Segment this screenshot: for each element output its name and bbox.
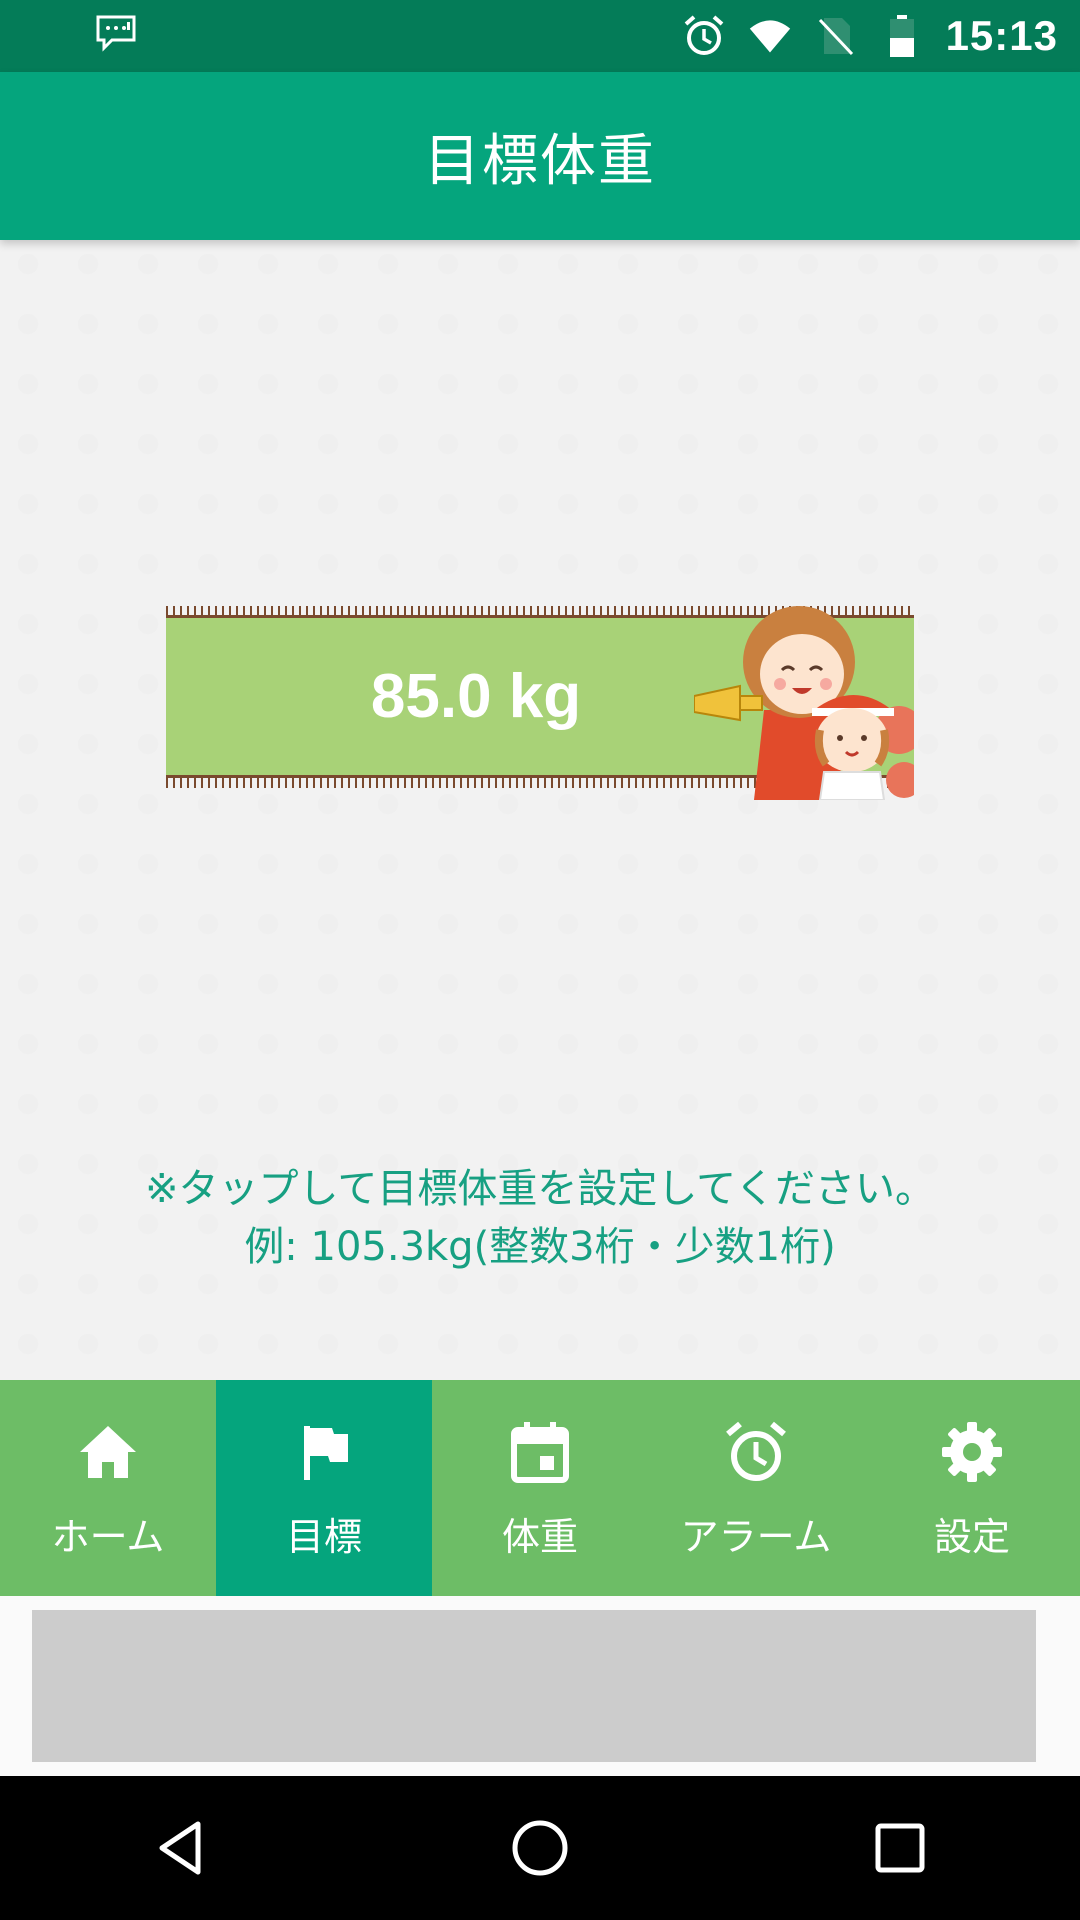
main-content: 85.0 kg ※タップして目標体重を設定してください。 例: 105.3kg(… [0, 240, 1080, 1380]
status-bar: 15:13 [0, 0, 1080, 72]
alarm-icon [682, 14, 726, 58]
nav-label-weight: 体重 [501, 1514, 578, 1559]
wifi-icon [748, 14, 792, 58]
target-weight-card[interactable]: 85.0 kg [166, 606, 923, 806]
nav-item-alarm[interactable]: アラーム [648, 1380, 864, 1596]
ad-banner[interactable] [32, 1610, 1036, 1762]
nav-label-settings: 設定 [933, 1514, 1010, 1559]
cheering-girls-illustration [693, 600, 923, 801]
hint-line-1: ※タップして目標体重を設定してください。 [145, 1166, 935, 1212]
hint-line-2: 例: 105.3kg(整数3桁・少数1桁) [244, 1224, 836, 1270]
page-title: 目標体重 [424, 128, 656, 194]
nav-label-goal: 目標 [285, 1514, 362, 1559]
no-sim-icon [814, 14, 858, 58]
home-circle-icon[interactable] [500, 1808, 580, 1888]
nav-item-weight[interactable]: 体重 [432, 1380, 648, 1596]
message-notification-icon [94, 14, 138, 52]
clock-time: 15:13 [945, 12, 1058, 59]
target-weight-value[interactable]: 85.0 kg [166, 618, 786, 775]
bottom-navigation: ホーム 目標 体重 アラーム 設定 [0, 1380, 1080, 1596]
recents-icon[interactable] [860, 1808, 940, 1888]
calendar-icon [504, 1416, 576, 1488]
system-navigation-bar [0, 1776, 1080, 1920]
battery-icon [880, 14, 924, 58]
ad-area [0, 1596, 1080, 1776]
nav-item-settings[interactable]: 設定 [864, 1380, 1080, 1596]
nav-label-alarm: アラーム [680, 1514, 832, 1559]
hint-text: ※タップして目標体重を設定してください。 例: 105.3kg(整数3桁・少数1… [0, 1160, 1080, 1276]
nav-item-home[interactable]: ホーム [0, 1380, 216, 1596]
app-bar: 目標体重 [0, 72, 1080, 240]
gear-icon [936, 1416, 1008, 1488]
alarm-clock-icon [720, 1416, 792, 1488]
nav-label-home: ホーム [51, 1514, 165, 1559]
home-icon [72, 1416, 144, 1488]
back-icon[interactable] [140, 1808, 220, 1888]
flag-icon [288, 1416, 360, 1488]
nav-item-goal[interactable]: 目標 [216, 1380, 432, 1596]
